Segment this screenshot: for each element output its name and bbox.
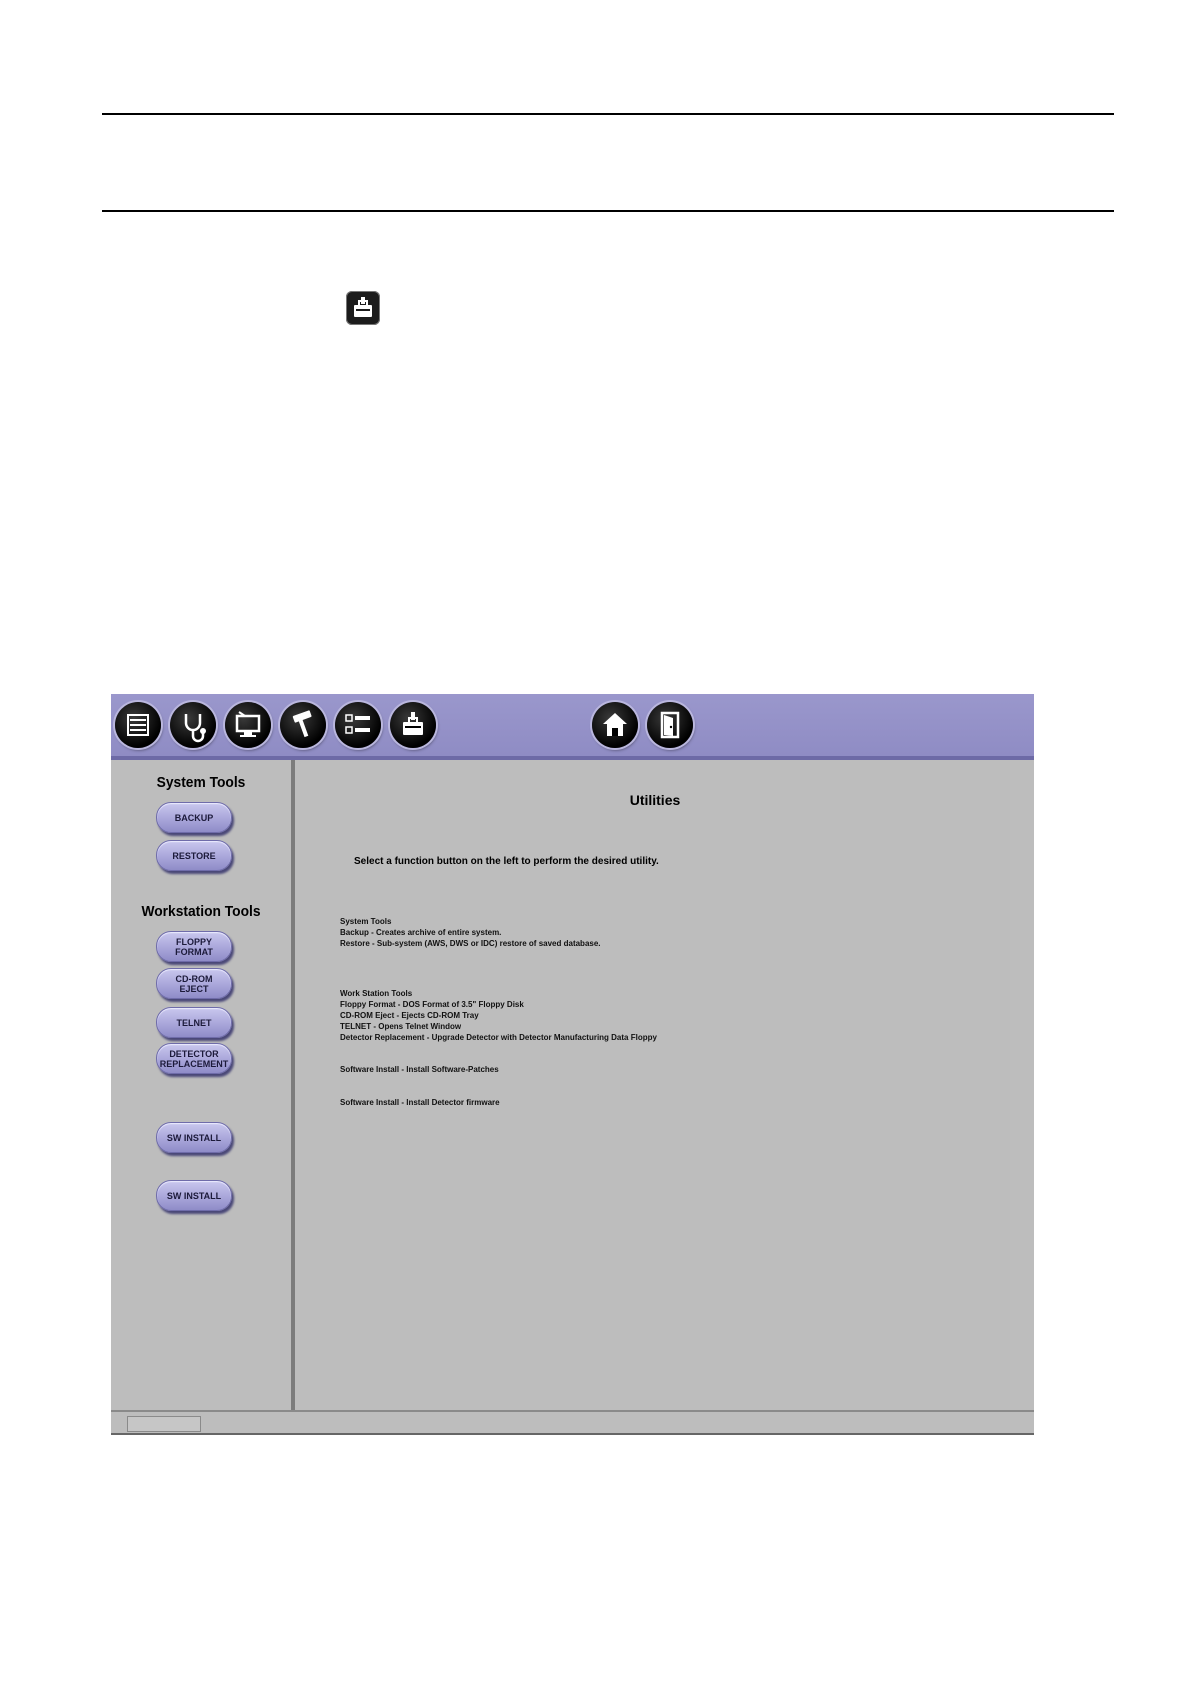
toolbox-icon [346, 291, 380, 325]
main-toolbar [111, 694, 1034, 760]
status-field [127, 1416, 201, 1432]
home-icon[interactable] [592, 702, 638, 748]
backup-button[interactable]: BACKUP [156, 802, 232, 833]
status-bar [111, 1410, 1034, 1435]
floppy-format-button[interactable]: FLOPPY FORMAT [156, 931, 232, 962]
left-panel: System Tools BACKUP RESTORE Workstation … [111, 760, 295, 1410]
list-icon[interactable] [115, 702, 161, 748]
main-content: Utilities Select a function button on th… [295, 760, 1034, 1410]
utilities-window: System Tools BACKUP RESTORE Workstation … [111, 694, 1034, 1435]
workstation-tools-heading: Work Station Tools [340, 989, 413, 998]
checklist-icon[interactable] [335, 702, 381, 748]
sw-install-button-2[interactable]: SW INSTALL [156, 1180, 232, 1211]
cdrom-eject-button[interactable]: CD-ROM EJECT [156, 968, 232, 999]
restore-button[interactable]: RESTORE [156, 840, 232, 871]
stethoscope-icon[interactable] [170, 702, 216, 748]
help-line-sw-install-1: Software Install - Install Software-Patc… [340, 1065, 499, 1074]
detector-replacement-button[interactable]: DETECTOR REPLACEMENT [156, 1043, 232, 1074]
header-rule-bottom [102, 210, 1114, 212]
page-title: Utilities [629, 792, 681, 808]
help-line-backup: Backup - Creates archive of entire syste… [340, 928, 502, 937]
help-line-telnet: TELNET - Opens Telnet Window [340, 1022, 462, 1031]
help-line-cdrom: CD-ROM Eject - Ejects CD-ROM Tray [340, 1011, 479, 1020]
workstation-tools-title: Workstation Tools [141, 903, 261, 920]
exit-door-icon[interactable] [647, 702, 693, 748]
sw-install-button-1[interactable]: SW INSTALL [156, 1122, 232, 1153]
toolbox-icon[interactable] [390, 702, 436, 748]
system-tools-title: System Tools [156, 774, 246, 791]
header-rule-top [102, 113, 1114, 115]
help-line-floppy: Floppy Format - DOS Format of 3.5" Flopp… [340, 1000, 524, 1009]
monitor-icon[interactable] [225, 702, 271, 748]
telnet-button[interactable]: TELNET [156, 1007, 232, 1038]
help-line-detector: Detector Replacement - Upgrade Detector … [340, 1033, 657, 1042]
hammer-icon[interactable] [280, 702, 326, 748]
instruction-text: Select a function button on the left to … [354, 856, 659, 867]
help-line-sw-install-2: Software Install - Install Detector firm… [340, 1098, 500, 1107]
help-line-restore: Restore - Sub-system (AWS, DWS or IDC) r… [340, 939, 601, 948]
system-tools-heading: System Tools [340, 917, 392, 926]
